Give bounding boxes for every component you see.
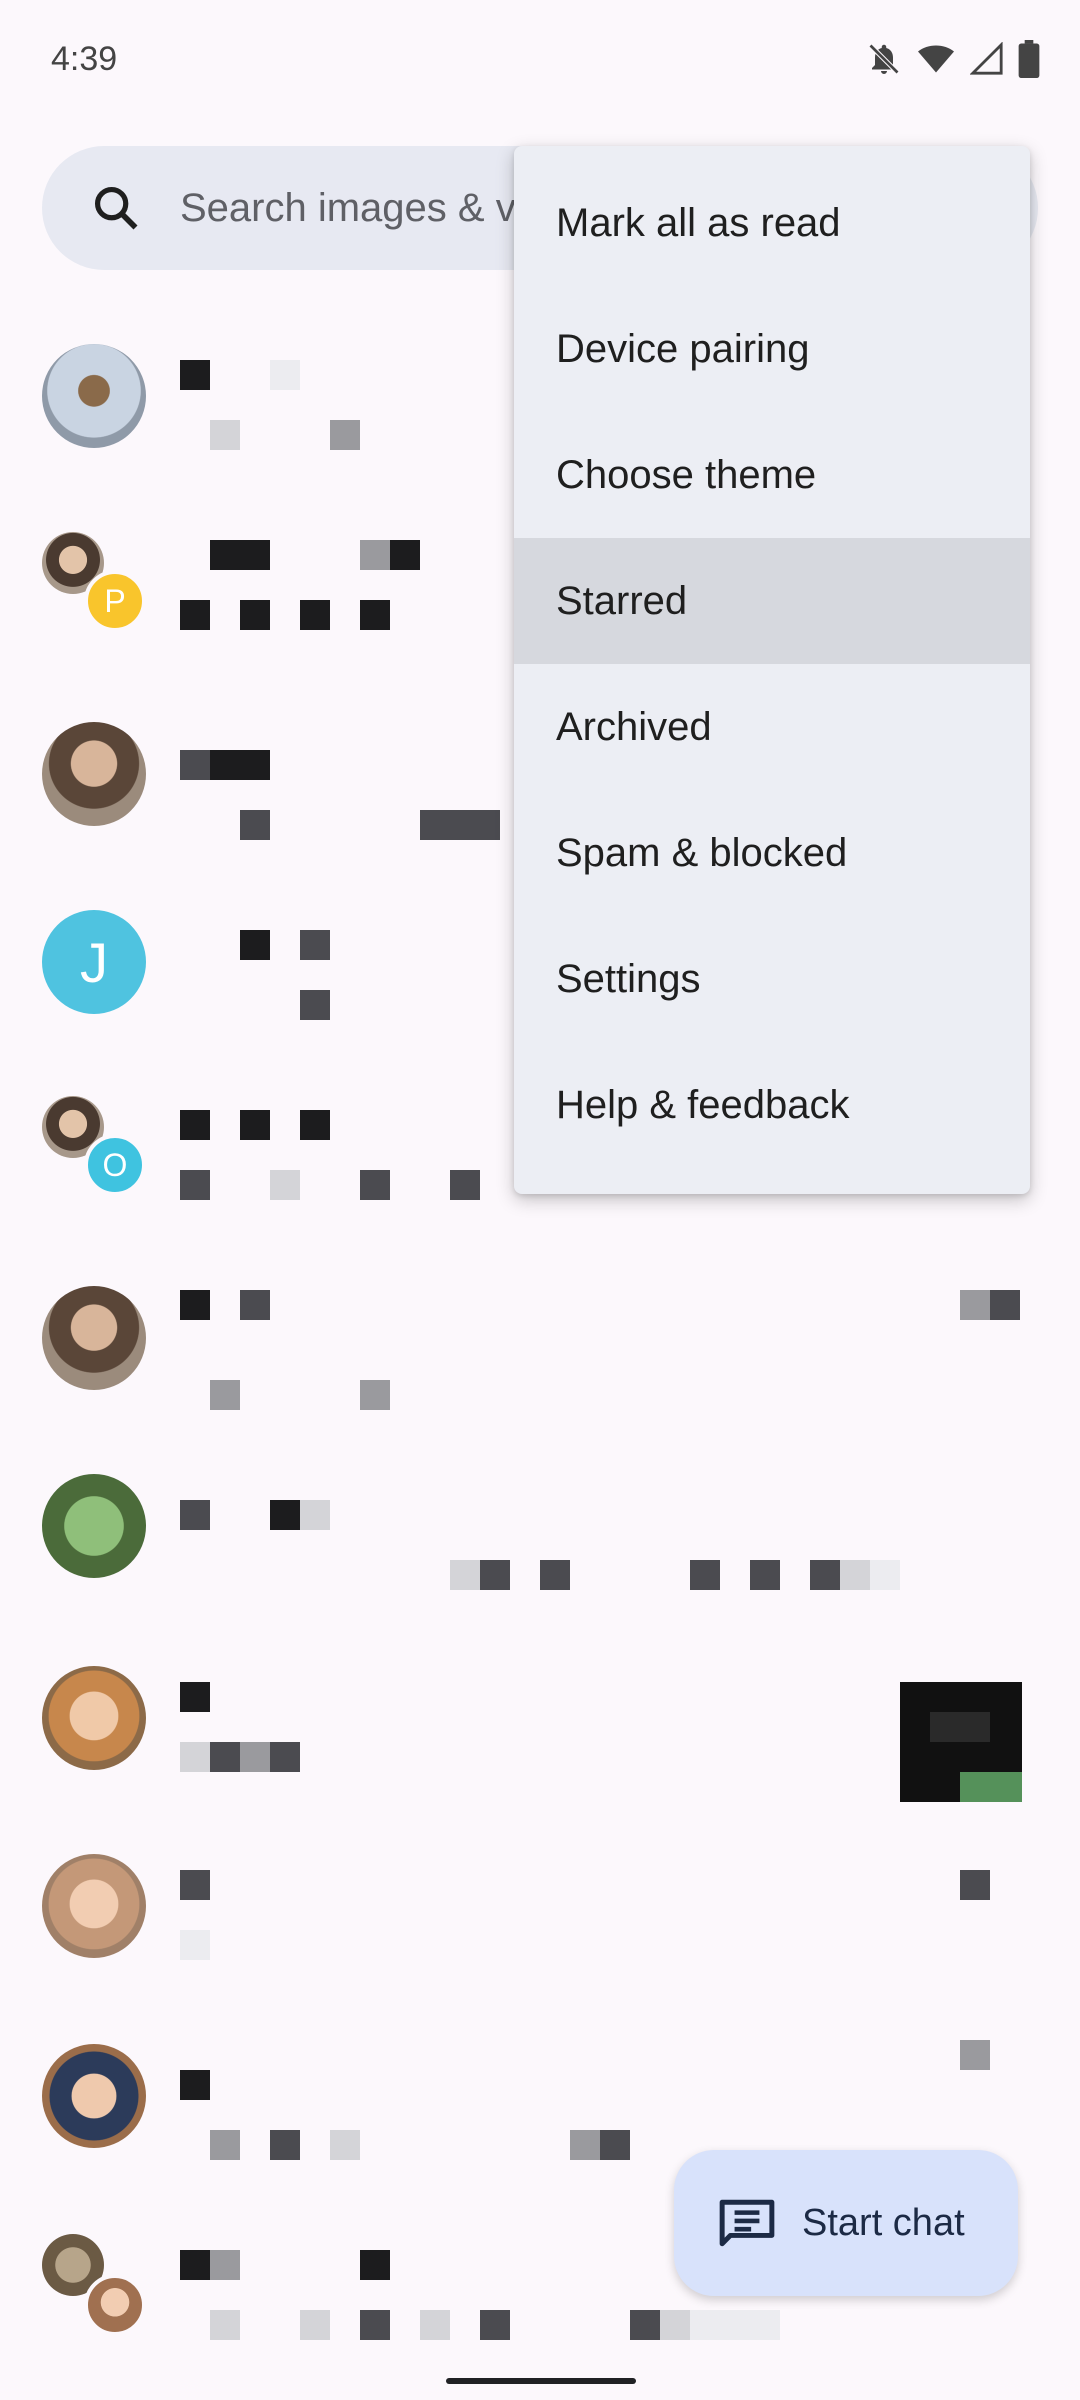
message-preview-pixel [990, 1290, 1020, 1320]
message-preview-pixel [390, 540, 420, 570]
message-preview-pixel [210, 2310, 240, 2340]
message-preview-pixel [210, 750, 270, 780]
message-preview-pixel [210, 540, 270, 570]
home-indicator[interactable] [446, 2378, 636, 2384]
message-preview-pixel [180, 600, 210, 630]
message-preview-pixel [360, 600, 390, 630]
message-preview-pixel [270, 1170, 300, 1200]
message-preview-pixel [450, 1560, 480, 1590]
message-preview-pixel [180, 1930, 210, 1960]
message-preview-pixel [360, 2250, 390, 2280]
message-preview-pixel [240, 810, 270, 840]
menu-item-archived[interactable]: Archived [514, 664, 1030, 790]
message-icon [719, 2199, 775, 2247]
message-preview-pixel [630, 2310, 660, 2340]
contact-avatar: J [42, 910, 146, 1014]
message-preview-pixel [300, 1110, 330, 1140]
message-preview-pixel [300, 1500, 330, 1530]
start-chat-label: Start chat [802, 2202, 965, 2244]
message-preview-pixel [300, 990, 330, 1020]
message-preview-pixel [270, 1742, 300, 1772]
message-preview-pixel [180, 2250, 210, 2280]
start-chat-button[interactable]: Start chat [674, 2150, 1018, 2296]
menu-item-device-pairing[interactable]: Device pairing [514, 286, 1030, 412]
message-preview-pixel [570, 2130, 600, 2160]
message-preview-pixel [450, 1170, 480, 1200]
message-preview-pixel [300, 2310, 330, 2340]
message-preview-pixel [750, 1560, 780, 1590]
contact-badge: P [84, 570, 146, 632]
contact-badge: O [84, 1134, 146, 1196]
message-preview-pixel [270, 2130, 300, 2160]
message-preview-pixel [210, 420, 240, 450]
message-preview-pixel [960, 1870, 990, 1900]
message-preview-pixel [210, 2250, 240, 2280]
message-preview-pixel [360, 1170, 390, 1200]
contact-avatar [42, 1286, 146, 1390]
contact-avatar [42, 2044, 146, 2148]
message-preview-pixel [480, 2310, 510, 2340]
message-preview-pixel [540, 1560, 570, 1590]
message-preview-pixel [420, 2310, 450, 2340]
message-preview-pixel [210, 1380, 240, 1410]
message-preview-pixel [180, 1870, 210, 1900]
conversation-row[interactable] [0, 1246, 1080, 1434]
message-preview-pixel [660, 2310, 690, 2340]
message-preview-pixel [330, 420, 360, 450]
message-preview-pixel [180, 1682, 210, 1712]
message-preview-pixel [690, 1560, 720, 1590]
menu-item-choose-theme[interactable]: Choose theme [514, 412, 1030, 538]
message-preview-pixel [360, 2310, 390, 2340]
message-preview-pixel [180, 750, 210, 780]
message-preview-pixel [180, 1290, 210, 1320]
message-preview-pixel [180, 360, 210, 390]
message-preview-pixel [270, 1500, 300, 1530]
message-preview-pixel [300, 930, 330, 960]
message-preview-pixel [810, 1560, 840, 1590]
message-preview-pixel [270, 360, 300, 390]
contact-avatar [84, 2274, 146, 2336]
message-preview-pixel [240, 1290, 270, 1320]
message-preview-pixel [210, 2130, 240, 2160]
menu-item-help-feedback[interactable]: Help & feedback [514, 1042, 1030, 1168]
message-preview-pixel [960, 1290, 990, 1320]
menu-item-spam-blocked[interactable]: Spam & blocked [514, 790, 1030, 916]
menu-item-settings[interactable]: Settings [514, 916, 1030, 1042]
menu-item-starred[interactable]: Starred [514, 538, 1030, 664]
message-preview-pixel [870, 1560, 900, 1590]
message-preview-pixel [360, 540, 390, 570]
conversation-row[interactable] [0, 1434, 1080, 1622]
message-preview-pixel [420, 810, 500, 840]
message-preview-pixel [240, 1110, 270, 1140]
message-preview-pixel [480, 1560, 510, 1590]
message-preview-pixel [240, 600, 270, 630]
message-preview-pixel [180, 1742, 210, 1772]
message-preview-pixel [180, 1170, 210, 1200]
message-preview-pixel [960, 2040, 990, 2070]
message-preview-pixel [180, 1500, 210, 1530]
message-preview-pixel [330, 2130, 360, 2160]
message-preview-pixel [360, 1380, 390, 1410]
contact-avatar [42, 344, 146, 448]
message-preview-pixel [180, 2070, 210, 2100]
message-preview-pixel [300, 600, 330, 630]
message-preview-pixel [240, 930, 270, 960]
contact-avatar [42, 1854, 146, 1958]
message-preview-pixel [240, 1742, 270, 1772]
media-thumbnail[interactable] [900, 1682, 1022, 1802]
overflow-menu: Mark all as read Device pairing Choose t… [514, 146, 1030, 1194]
contact-avatar [42, 722, 146, 826]
contact-avatar [42, 1474, 146, 1578]
message-preview-pixel [180, 1110, 210, 1140]
menu-item-mark-all-read[interactable]: Mark all as read [514, 160, 1030, 286]
message-preview-pixel [210, 1742, 240, 1772]
message-preview-pixel [840, 1560, 870, 1590]
message-preview-pixel [600, 2130, 630, 2160]
message-preview-pixel [690, 2310, 780, 2340]
contact-avatar [42, 1666, 146, 1770]
conversation-row[interactable] [0, 1810, 1080, 1998]
